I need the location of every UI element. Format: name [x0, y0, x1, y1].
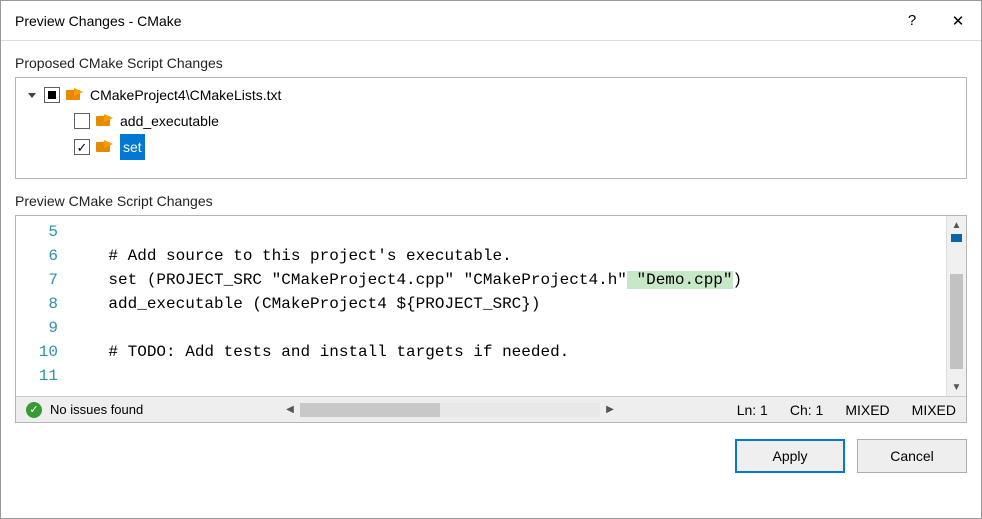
hscroll-thumb[interactable]: [300, 403, 440, 417]
window-title: Preview Changes - CMake: [15, 13, 889, 29]
tree-item-label: add_executable: [120, 108, 219, 134]
status-char: Ch: 1: [790, 402, 823, 418]
status-mode-2: MIXED: [912, 402, 956, 418]
cancel-button[interactable]: Cancel: [857, 439, 967, 473]
scroll-down-icon[interactable]: ▼: [952, 378, 962, 396]
tree-item[interactable]: add_executable: [22, 108, 960, 134]
preview-changes-label: Preview CMake Script Changes: [15, 193, 967, 209]
tree-root-label: CMakeProject4\CMakeLists.txt: [90, 82, 281, 108]
scroll-right-icon[interactable]: ▶: [602, 404, 618, 415]
help-button[interactable]: ?: [889, 1, 935, 41]
apply-button[interactable]: Apply: [735, 439, 845, 473]
preview-editor: 567891011 # Add source to this project's…: [15, 215, 967, 423]
proposed-changes-tree[interactable]: CMakeProject4\CMakeLists.txt add_executa…: [15, 77, 967, 179]
ok-check-icon: ✓: [26, 402, 42, 418]
tree-root-row[interactable]: CMakeProject4\CMakeLists.txt: [22, 82, 960, 108]
close-button[interactable]: ✕: [935, 1, 981, 41]
cmake-function-icon: [96, 113, 114, 129]
checkbox[interactable]: [74, 113, 90, 129]
dialog-buttons: Apply Cancel: [15, 423, 967, 489]
code-content[interactable]: # Add source to this project's executabl…: [70, 216, 946, 396]
checkbox-intermediate[interactable]: [44, 87, 60, 103]
scroll-up-icon[interactable]: ▲: [952, 216, 962, 234]
scroll-marker: [951, 234, 962, 242]
status-line: Ln: 1: [737, 402, 768, 418]
status-mode-1: MIXED: [845, 402, 889, 418]
issues-status: No issues found: [50, 402, 143, 417]
line-number-gutter: 567891011: [16, 216, 70, 396]
scroll-left-icon[interactable]: ◀: [282, 404, 298, 415]
editor-status-bar: ✓ No issues found ◀ ▶ Ln: 1 Ch: 1 MIXED …: [16, 396, 966, 422]
proposed-changes-label: Proposed CMake Script Changes: [15, 55, 967, 71]
vertical-scrollbar[interactable]: ▲ ▼: [946, 216, 966, 396]
tree-item-label: set: [120, 134, 145, 160]
horizontal-scrollbar[interactable]: ◀ ▶: [171, 403, 728, 417]
chevron-down-icon[interactable]: [26, 89, 38, 101]
scroll-thumb[interactable]: [950, 274, 963, 369]
hscroll-track[interactable]: [300, 403, 600, 417]
scroll-track[interactable]: [947, 234, 966, 378]
tree-item[interactable]: set: [22, 134, 960, 160]
cmake-function-icon: [96, 139, 114, 155]
cmake-file-icon: [66, 87, 84, 103]
title-bar: Preview Changes - CMake ? ✕: [1, 1, 981, 41]
checkbox[interactable]: [74, 139, 90, 155]
